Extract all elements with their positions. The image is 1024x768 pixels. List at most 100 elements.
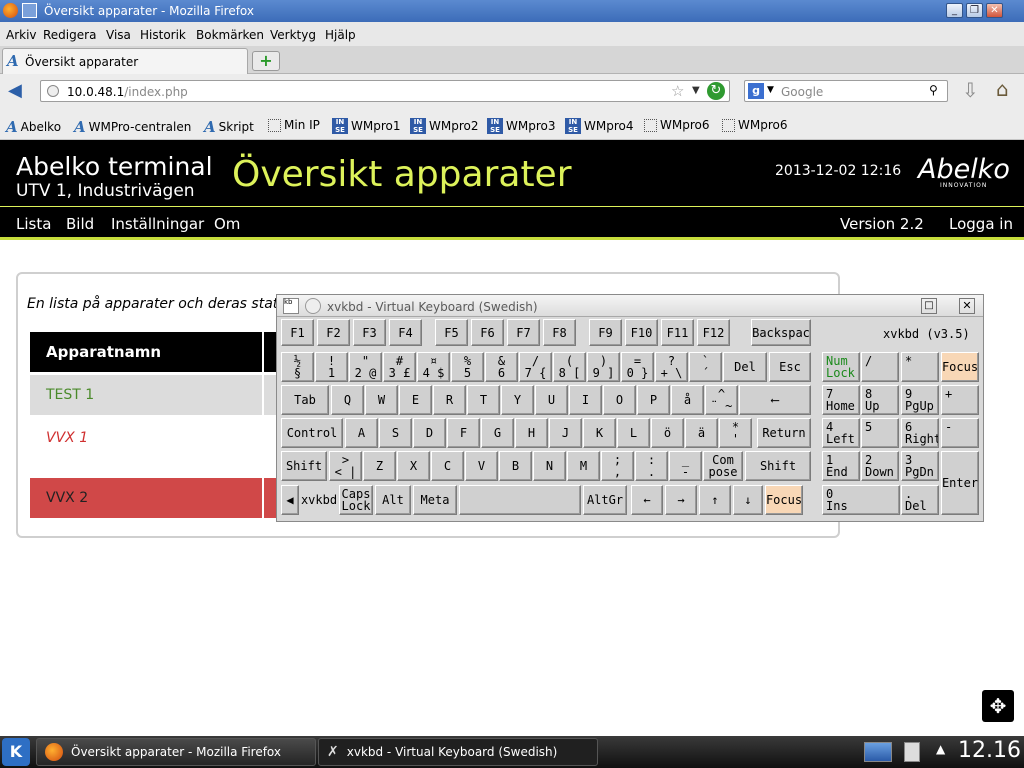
key-f11[interactable]: F11: [661, 319, 694, 346]
menu-redigera[interactable]: Redigera: [43, 28, 96, 42]
key-scroll-left[interactable]: ◀: [281, 485, 299, 515]
bookmark-wmpro6-a[interactable]: WMpro6: [644, 118, 709, 132]
key-row1-8[interactable]: ( 8 [: [553, 352, 586, 382]
table-row[interactable]: TEST 1: [30, 375, 262, 415]
reload-icon[interactable]: ↻: [707, 82, 725, 100]
menu-arkiv[interactable]: Arkiv: [6, 28, 37, 42]
dropdown-arrow-icon[interactable]: ▼: [692, 85, 700, 96]
key-row2-1[interactable]: W: [365, 385, 398, 415]
nav-installningar[interactable]: Inställningar: [111, 215, 204, 233]
key-row2-11[interactable]: ^ ¨ ~: [705, 385, 738, 415]
menu-verktyg[interactable]: Verktyg: [270, 28, 316, 42]
tray-expand-icon[interactable]: ▲: [936, 742, 945, 756]
key-row4-7[interactable]: M: [567, 451, 600, 481]
key-row2-3[interactable]: R: [433, 385, 466, 415]
key-f3[interactable]: F3: [353, 319, 386, 346]
key-row1-1[interactable]: ! 1: [315, 352, 348, 382]
key-alt[interactable]: Alt: [375, 485, 411, 515]
nav-lista[interactable]: Lista: [16, 215, 51, 233]
key-row2-6[interactable]: U: [535, 385, 568, 415]
key-row1-5[interactable]: % 5: [451, 352, 484, 382]
bookmark-wmpro2[interactable]: IN SE WMpro2: [410, 118, 478, 134]
bookmark-wmpro6-b[interactable]: WMpro6: [722, 118, 787, 132]
numpad-multiply[interactable]: *: [901, 352, 939, 382]
back-arrow-icon[interactable]: ◀: [8, 82, 22, 100]
numpad-2[interactable]: 2 Down: [861, 451, 899, 481]
numpad-6[interactable]: 6 Right: [901, 418, 939, 448]
bookmark-min-ip[interactable]: Min IP: [268, 118, 320, 132]
url-bar[interactable]: 10.0.48.1/index.php ☆ ▼ ↻: [40, 80, 730, 102]
search-engine-dropdown-icon[interactable]: ▼: [767, 85, 774, 95]
numpad-8[interactable]: 8 Up: [861, 385, 899, 415]
key-row4-0[interactable]: > < |: [329, 451, 362, 481]
key-row4-9[interactable]: : .: [635, 451, 668, 481]
numpad-1[interactable]: 1 End: [822, 451, 860, 481]
task-firefox[interactable]: Översikt apparater - Mozilla Firefox: [36, 738, 316, 766]
numpad-plus[interactable]: +: [941, 385, 979, 415]
window-menu-icon[interactable]: [22, 3, 37, 18]
key-row1-6[interactable]: & 6: [485, 352, 518, 382]
key-backspace[interactable]: Backspac: [751, 319, 811, 346]
key-f5[interactable]: F5: [435, 319, 468, 346]
numpad-3[interactable]: 3 PgDn: [901, 451, 939, 481]
bookmark-abelko[interactable]: A Abelko: [6, 118, 61, 136]
key-row4-5[interactable]: B: [499, 451, 532, 481]
numpad-5[interactable]: 5: [861, 418, 899, 448]
key-row2-5[interactable]: Y: [501, 385, 534, 415]
tab-oversikt[interactable]: A Översikt apparater: [2, 48, 248, 74]
key-row4-6[interactable]: N: [533, 451, 566, 481]
keyboard-menu-icon[interactable]: [305, 298, 321, 314]
search-bar[interactable]: g ▼ Google ⚲: [744, 80, 948, 102]
key-row4-3[interactable]: C: [431, 451, 464, 481]
key-space[interactable]: [459, 485, 581, 515]
key-right[interactable]: →: [665, 485, 697, 515]
key-enter-arrow[interactable]: ⟵: [739, 385, 811, 415]
keyboard-maximize-icon[interactable]: □: [921, 298, 937, 314]
table-row[interactable]: VVX 2: [30, 478, 262, 518]
key-row1-7[interactable]: / 7 {: [519, 352, 552, 382]
key-row3-4[interactable]: G: [481, 418, 514, 448]
key-row3-5[interactable]: H: [515, 418, 548, 448]
clipboard-icon[interactable]: [904, 742, 920, 762]
bookmark-star-icon[interactable]: ☆: [671, 82, 684, 100]
key-tab[interactable]: Tab: [281, 385, 329, 415]
key-row2-9[interactable]: P: [637, 385, 670, 415]
numpad-divide[interactable]: /: [861, 352, 899, 382]
key-focus[interactable]: Focus: [765, 485, 803, 515]
bookmark-skript[interactable]: A Skript: [204, 118, 254, 136]
table-row[interactable]: VVX 1: [30, 418, 262, 458]
key-up[interactable]: ↑: [699, 485, 731, 515]
key-left[interactable]: ←: [631, 485, 663, 515]
menu-historik[interactable]: Historik: [140, 28, 186, 42]
key-row2-2[interactable]: E: [399, 385, 432, 415]
key-row3-10[interactable]: ä: [685, 418, 718, 448]
key-shift-left[interactable]: Shift: [281, 451, 327, 481]
key-row3-6[interactable]: J: [549, 418, 582, 448]
key-row4-10[interactable]: _ -: [669, 451, 702, 481]
nav-om[interactable]: Om: [214, 215, 240, 233]
key-row1-0[interactable]: ½ §: [281, 352, 314, 382]
key-f8[interactable]: F8: [543, 319, 576, 346]
key-row3-11[interactable]: * ': [719, 418, 752, 448]
key-meta[interactable]: Meta: [413, 485, 457, 515]
nav-bild[interactable]: Bild: [66, 215, 94, 233]
key-row2-10[interactable]: å: [671, 385, 704, 415]
menu-bokmarken[interactable]: Bokmärken: [196, 28, 264, 42]
key-row4-1[interactable]: Z: [363, 451, 396, 481]
key-xvkbd-logo[interactable]: xvkbd: [301, 485, 337, 515]
fullscreen-icon[interactable]: ✥: [982, 690, 1014, 722]
key-caps-lock[interactable]: Caps Lock: [339, 485, 373, 515]
key-f12[interactable]: F12: [697, 319, 730, 346]
numpad-numlock[interactable]: Num Lock: [822, 352, 860, 382]
maximize-icon[interactable]: ❐: [966, 3, 983, 18]
key-row1-2[interactable]: " 2 @: [349, 352, 382, 382]
key-f9[interactable]: F9: [589, 319, 622, 346]
key-shift-right[interactable]: Shift: [745, 451, 811, 481]
key-f7[interactable]: F7: [507, 319, 540, 346]
menu-hjalp[interactable]: Hjälp: [325, 28, 356, 42]
numpad-enter[interactable]: Enter: [941, 451, 979, 515]
key-row3-3[interactable]: F: [447, 418, 480, 448]
download-arrow-icon[interactable]: ⇩: [962, 80, 979, 100]
menu-visa[interactable]: Visa: [106, 28, 131, 42]
key-row1-10[interactable]: = 0 }: [621, 352, 654, 382]
